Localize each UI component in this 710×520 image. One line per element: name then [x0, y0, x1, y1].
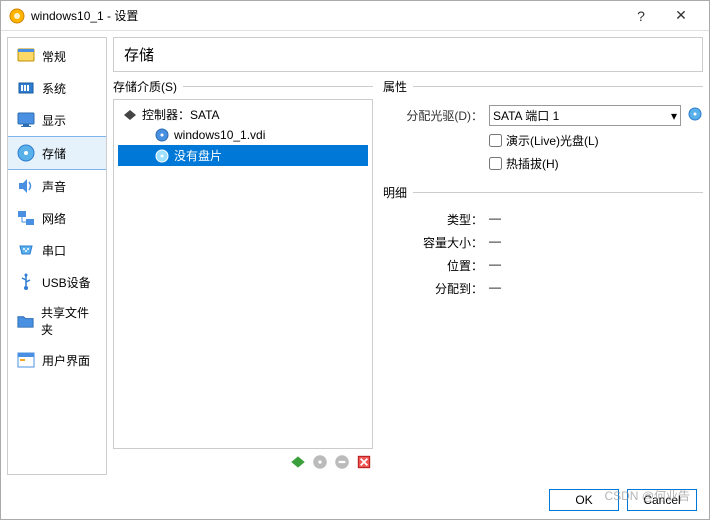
- hotplug-label: 热插拔(H): [506, 155, 559, 172]
- network-icon: [16, 208, 36, 228]
- controller-icon: [122, 107, 138, 123]
- storage-tree[interactable]: 控制器：SATA windows10_1.vdi 没有盘片: [113, 99, 373, 449]
- live-cd-checkbox[interactable]: [489, 134, 502, 147]
- storage-panel: 存储介质(S) 控制器：SATA windows10_1.vdi 没有盘片: [113, 78, 373, 475]
- sidebar-item-serial[interactable]: 串口: [8, 234, 106, 266]
- detail-value: —: [489, 211, 703, 228]
- add-attachment-button[interactable]: [311, 453, 329, 471]
- sidebar-item-system[interactable]: 系统: [8, 72, 106, 104]
- tree-item-vdi[interactable]: windows10_1.vdi: [118, 125, 368, 145]
- detail-value: —: [489, 280, 703, 297]
- sidebar: 常规 系统 显示 存储 声音 网络 串口 USB设备: [7, 37, 107, 475]
- sidebar-item-display[interactable]: 显示: [8, 104, 106, 136]
- drive-value: SATA 端口 1: [493, 107, 559, 124]
- sidebar-item-label: 存储: [42, 145, 66, 162]
- display-icon: [16, 110, 36, 130]
- main-area: 常规 系统 显示 存储 声音 网络 串口 USB设备: [1, 31, 709, 481]
- attr-heading: 属性: [383, 78, 703, 95]
- folder-icon: [16, 311, 35, 331]
- detail-heading: 明细: [383, 184, 703, 201]
- tree-item-empty-disc[interactable]: 没有盘片: [118, 145, 368, 166]
- detail-value: —: [489, 234, 703, 251]
- detail-label: 分配到：: [383, 280, 483, 297]
- page-title: 存储: [113, 37, 703, 72]
- ok-button[interactable]: OK: [549, 489, 619, 511]
- sidebar-item-network[interactable]: 网络: [8, 202, 106, 234]
- hdd-icon: [154, 127, 170, 143]
- storage-media-heading: 存储介质(S): [113, 78, 373, 95]
- usb-icon: [16, 272, 36, 292]
- app-icon: [9, 8, 25, 24]
- sidebar-item-label: USB设备: [42, 274, 91, 291]
- sidebar-item-label: 串口: [42, 242, 66, 259]
- audio-icon: [16, 176, 36, 196]
- tree-item-label: windows10_1.vdi: [174, 128, 265, 142]
- remove-controller-button[interactable]: [355, 453, 373, 471]
- drive-label: 分配光驱(D)：: [383, 107, 483, 124]
- detail-label: 类型：: [383, 211, 483, 228]
- sidebar-item-label: 显示: [42, 112, 66, 129]
- storage-icon: [16, 143, 36, 163]
- attributes-panel: 属性 分配光驱(D)： SATA 端口 1 ▾ 演示(Live)光盘(L): [383, 78, 703, 475]
- chevron-down-icon: ▾: [671, 109, 677, 123]
- sidebar-item-audio[interactable]: 声音: [8, 170, 106, 202]
- live-cd-label: 演示(Live)光盘(L): [506, 132, 599, 149]
- tree-toolbar: [113, 449, 373, 475]
- content: 存储 存储介质(S) 控制器：SATA windows10_1.vdi: [113, 37, 703, 475]
- sidebar-item-shared[interactable]: 共享文件夹: [8, 298, 106, 344]
- cancel-button[interactable]: Cancel: [627, 489, 697, 511]
- sidebar-item-usb[interactable]: USB设备: [8, 266, 106, 298]
- sidebar-item-label: 网络: [42, 210, 66, 227]
- titlebar: windows10_1 - 设置 ? ✕: [1, 1, 709, 31]
- general-icon: [16, 46, 36, 66]
- drive-select[interactable]: SATA 端口 1 ▾: [489, 105, 681, 126]
- tree-item-label: 没有盘片: [174, 147, 222, 164]
- close-button[interactable]: ✕: [661, 1, 701, 31]
- sidebar-item-storage[interactable]: 存储: [8, 136, 106, 170]
- dialog-footer: OK Cancel: [1, 481, 709, 519]
- detail-label: 位置：: [383, 257, 483, 274]
- hotplug-checkbox[interactable]: [489, 157, 502, 170]
- sidebar-item-label: 声音: [42, 178, 66, 195]
- detail-value: —: [489, 257, 703, 274]
- detail-label: 容量大小：: [383, 234, 483, 251]
- sidebar-item-label: 系统: [42, 80, 66, 97]
- controller-label: 控制器：SATA: [142, 106, 220, 123]
- choose-disk-icon[interactable]: [687, 106, 703, 125]
- add-controller-button[interactable]: [289, 453, 307, 471]
- sidebar-item-label: 常规: [42, 48, 66, 65]
- window-title: windows10_1 - 设置: [31, 7, 621, 24]
- sidebar-item-general[interactable]: 常规: [8, 40, 106, 72]
- help-button[interactable]: ?: [621, 1, 661, 31]
- sidebar-item-ui[interactable]: 用户界面: [8, 344, 106, 376]
- remove-attachment-button[interactable]: [333, 453, 351, 471]
- sidebar-item-label: 共享文件夹: [41, 304, 98, 338]
- cd-icon: [154, 148, 170, 164]
- serial-icon: [16, 240, 36, 260]
- ui-icon: [16, 350, 36, 370]
- tree-controller[interactable]: 控制器：SATA: [118, 104, 368, 125]
- system-icon: [16, 78, 36, 98]
- sidebar-item-label: 用户界面: [42, 352, 90, 369]
